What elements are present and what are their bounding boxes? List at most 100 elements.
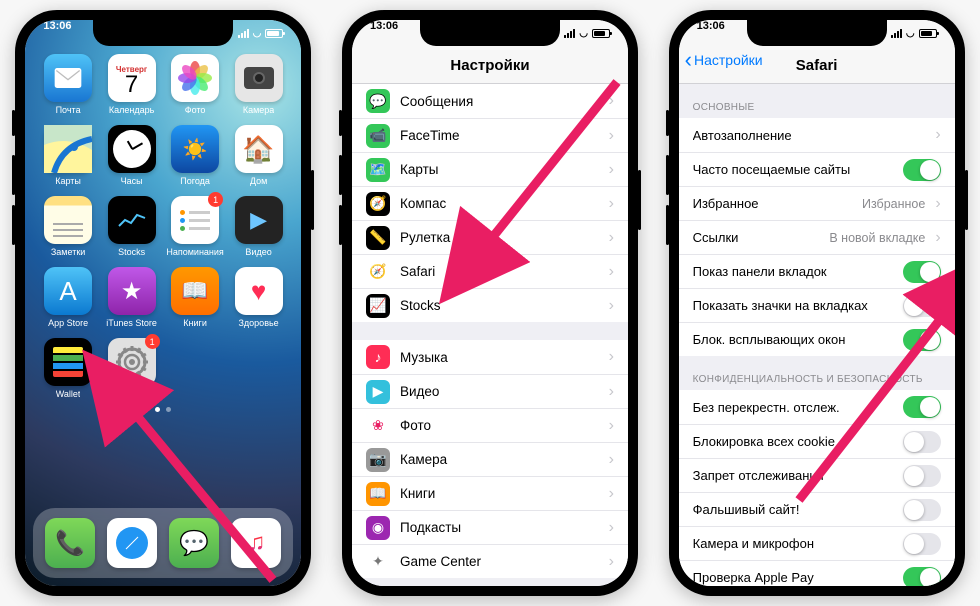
app-label: Погода xyxy=(180,176,210,186)
settings-row-карты[interactable]: 🗺️Карты› xyxy=(352,152,628,186)
row-label: Блокировка всех cookie xyxy=(693,434,893,449)
settings-row-книги[interactable]: 📖Книги› xyxy=(352,476,628,510)
row-показ-панели-вкладок[interactable]: Показ панели вкладок xyxy=(679,254,955,288)
app-label: Видео xyxy=(245,247,271,257)
badge: 1 xyxy=(208,192,223,207)
app-remind[interactable]: 1Напоминания xyxy=(166,196,224,257)
row-запрет-отслеживания[interactable]: Запрет отслеживания xyxy=(679,458,955,492)
settings-row-facetime[interactable]: 📹FaceTime› xyxy=(352,118,628,152)
settings-row-game-center[interactable]: ✦Game Center› xyxy=(352,544,628,578)
app-health[interactable]: ♥Здоровье xyxy=(230,267,288,328)
settings-row-stocks[interactable]: 📈Stocks› xyxy=(352,288,628,322)
app-notes[interactable]: Заметки xyxy=(39,196,97,257)
settings-row-компас[interactable]: 🧭 Компас › xyxy=(352,186,628,220)
row-label: Фото xyxy=(400,418,599,433)
dock-safari[interactable] xyxy=(107,518,157,568)
dock-music[interactable]: ♫ xyxy=(231,518,281,568)
toggle[interactable] xyxy=(903,533,941,555)
toggle[interactable] xyxy=(903,295,941,317)
row-label: Компас xyxy=(400,196,599,211)
row-label: Камера и микрофон xyxy=(693,536,893,551)
row-автозаполнение[interactable]: Автозаполнение› xyxy=(679,118,955,152)
app-maps[interactable]: Карты xyxy=(39,125,97,186)
app-label: Часы xyxy=(121,176,143,186)
row-label: Автозаполнение xyxy=(693,128,926,143)
row-icon: 📹 xyxy=(366,124,390,148)
row-блок-всплывающих-окон[interactable]: Блок. всплывающих окон xyxy=(679,322,955,356)
toggle[interactable] xyxy=(903,159,941,181)
settings-row-видео[interactable]: ▶Видео› xyxy=(352,374,628,408)
row-label: Ссылки xyxy=(693,230,820,245)
app-appstore[interactable]: AApp Store xyxy=(39,267,97,328)
app-books[interactable]: 📖Книги xyxy=(166,267,224,328)
app-label: Дом xyxy=(250,176,267,186)
row-без-перекрестн-отслеж-[interactable]: Без перекрестн. отслеж. xyxy=(679,390,955,424)
app-cam[interactable]: Камера xyxy=(230,54,288,115)
app-label: Фото xyxy=(185,105,206,115)
chevron-right-icon: › xyxy=(609,297,614,315)
row-label: Карты xyxy=(400,162,599,177)
row-ссылки[interactable]: СсылкиВ новой вкладке› xyxy=(679,220,955,254)
toggle[interactable] xyxy=(903,431,941,453)
row-избранное[interactable]: ИзбранноеИзбранное› xyxy=(679,186,955,220)
app-photos[interactable]: Фото xyxy=(166,54,224,115)
settings-row-музыка[interactable]: ♪Музыка› xyxy=(352,340,628,374)
home-grid: ПочтаЧетверг7Календарь Фото Камера Карты Час… xyxy=(39,54,287,399)
row-label: Подкасты xyxy=(400,520,599,535)
settings-row-safari[interactable]: 🧭Safari› xyxy=(352,254,628,288)
app-wallet[interactable]: Wallet xyxy=(39,338,97,399)
settings-row-подкасты[interactable]: ◉Подкасты› xyxy=(352,510,628,544)
row-блокировка-всех-cookie[interactable]: Блокировка всех cookie xyxy=(679,424,955,458)
row-проверка-apple-pay[interactable]: Проверка Apple Pay xyxy=(679,560,955,586)
toggle[interactable] xyxy=(903,396,941,418)
row-icon: 📷 xyxy=(366,448,390,472)
back-button[interactable]: Настройки xyxy=(685,52,763,68)
row-icon: 💬 xyxy=(366,89,390,113)
settings-row-сообщения[interactable]: 💬Сообщения› xyxy=(352,84,628,118)
row-icon: ♪ xyxy=(366,345,390,369)
settings-row-фото[interactable]: ❀Фото› xyxy=(352,408,628,442)
app-weather[interactable]: ☀️Погода xyxy=(166,125,224,186)
settings-list[interactable]: 💬Сообщения›📹FaceTime›🗺️Карты›🧭Компас›📏Ру… xyxy=(352,84,628,586)
app-mail[interactable]: Почта xyxy=(39,54,97,115)
toggle[interactable] xyxy=(903,329,941,351)
app-video[interactable]: ▶Видео xyxy=(230,196,288,257)
chevron-right-icon: › xyxy=(935,229,940,247)
toggle[interactable] xyxy=(903,499,941,521)
row-label: Блок. всплывающих окон xyxy=(693,332,893,347)
chevron-right-icon: › xyxy=(609,161,614,179)
chevron-right-icon: › xyxy=(609,485,614,503)
app-cal[interactable]: Четверг7Календарь xyxy=(103,54,161,115)
toggle[interactable] xyxy=(903,261,941,283)
row-label: FaceTime xyxy=(400,128,599,143)
phone-home: 13:06 ◡ ПочтаЧетверг7КалендарьФотоКамера… xyxy=(15,10,311,596)
phone-safari-settings: 13:06 ◡ Настройки Safari ОСНОВНЫЕ Автоза… xyxy=(669,10,965,596)
dock-phone[interactable]: 📞 xyxy=(45,518,95,568)
row-value: Избранное xyxy=(862,197,925,211)
row-label: Без перекрестн. отслеж. xyxy=(693,400,893,415)
chevron-right-icon: › xyxy=(935,195,940,213)
row-фальшивый-сайт-[interactable]: Фальшивый сайт! xyxy=(679,492,955,526)
row-label: Рулетка xyxy=(400,230,599,245)
row-icon: ◉ xyxy=(366,516,390,540)
settings-row-камера[interactable]: 📷Камера› xyxy=(352,442,628,476)
row-label: Stocks xyxy=(400,298,599,313)
app-home[interactable]: 🏠Дом xyxy=(230,125,288,186)
app-stocks[interactable]: Stocks xyxy=(103,196,161,257)
row-камера-и-микрофон[interactable]: Камера и микрофон xyxy=(679,526,955,560)
app-clock[interactable]: Часы xyxy=(103,125,161,186)
row-icon: 🧭 xyxy=(366,192,390,216)
toggle[interactable] xyxy=(903,567,941,587)
chevron-right-icon: › xyxy=(609,195,614,213)
toggle[interactable] xyxy=(903,465,941,487)
app-settings[interactable]: 1Настройки xyxy=(103,338,161,399)
page-dots xyxy=(39,407,287,412)
dock: 📞 💬 ♫ xyxy=(33,508,293,578)
safari-settings-list[interactable]: ОСНОВНЫЕ Автозаполнение›Часто посещаемые… xyxy=(679,84,955,586)
settings-row-рулетка[interactable]: 📏Рулетка› xyxy=(352,220,628,254)
app-itunes[interactable]: ★iTunes Store xyxy=(103,267,161,328)
row-показать-значки-на-вкладках[interactable]: Показать значки на вкладках xyxy=(679,288,955,322)
row-часто-посещаемые-сайты[interactable]: Часто посещаемые сайты xyxy=(679,152,955,186)
row-label: Видео xyxy=(400,384,599,399)
dock-messages[interactable]: 💬 xyxy=(169,518,219,568)
